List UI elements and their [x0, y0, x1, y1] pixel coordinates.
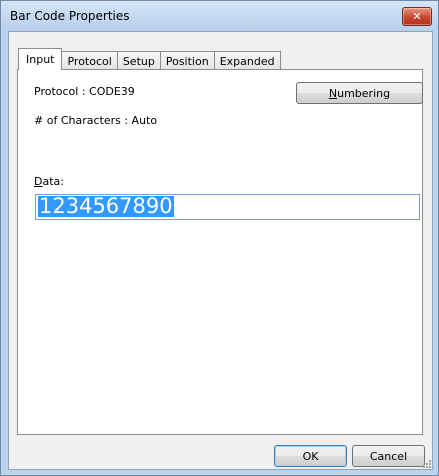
dialog-window: Bar Code Properties ✕ Input Protocol Set… [0, 0, 439, 476]
title-bar[interactable]: Bar Code Properties ✕ [1, 1, 438, 31]
tab-setup[interactable]: Setup [116, 51, 161, 70]
data-label: Data: [34, 175, 64, 188]
numbering-button[interactable]: Numbering [296, 82, 423, 104]
ok-button[interactable]: OK [274, 445, 347, 467]
data-input[interactable]: 1234567890 [35, 194, 420, 220]
close-icon[interactable]: ✕ [402, 7, 432, 26]
dialog-client-area: Input Protocol Setup Position Expanded P… [8, 31, 433, 470]
tab-input[interactable]: Input [18, 48, 63, 70]
tab-protocol[interactable]: Protocol [61, 51, 118, 70]
tab-strip: Input Protocol Setup Position Expanded [18, 48, 281, 70]
input-tab-panel: Protocol : CODE39 # of Characters : Auto… [17, 69, 423, 435]
protocol-label: Protocol : CODE39 [34, 85, 135, 98]
dialog-title: Bar Code Properties [10, 9, 130, 23]
tab-position[interactable]: Position [159, 51, 215, 70]
resize-grip-icon[interactable] [421, 458, 431, 468]
cancel-button[interactable]: Cancel [352, 445, 425, 467]
numbering-mnemonic: N [328, 86, 338, 100]
data-value-selected: 1234567890 [38, 194, 174, 218]
tab-expanded[interactable]: Expanded [213, 51, 281, 70]
characters-label: # of Characters : Auto [34, 114, 158, 127]
numbering-label: umbering [337, 86, 391, 100]
data-label-rest: ata: [42, 175, 64, 188]
